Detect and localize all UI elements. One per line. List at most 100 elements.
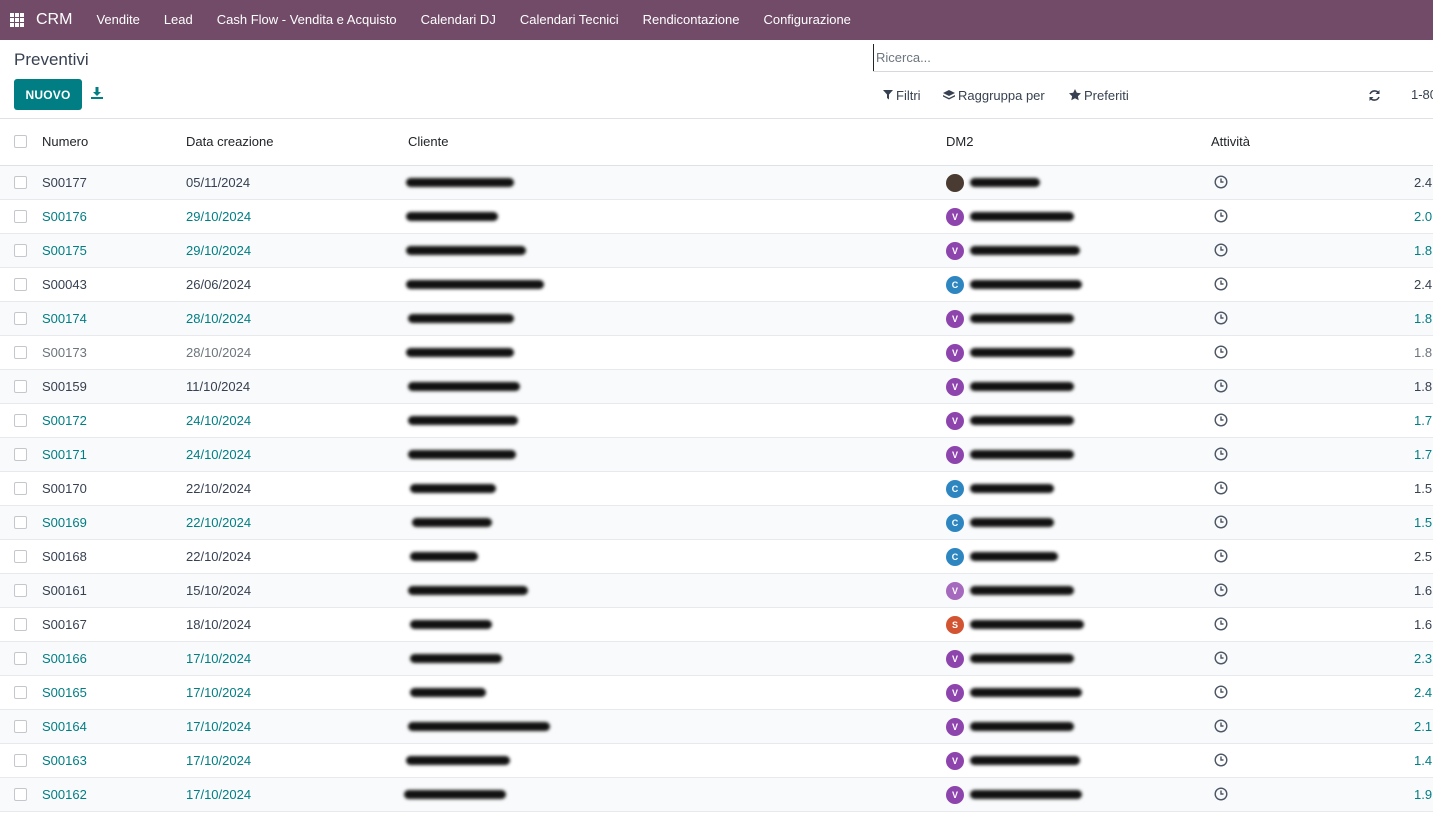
- table-row[interactable]: S00174 28/10/2024 V 1.8: [0, 302, 1433, 336]
- table-row[interactable]: S00043 26/06/2024 C 2.4: [0, 268, 1433, 302]
- activity-clock-icon[interactable]: [1214, 209, 1228, 223]
- row-checkbox[interactable]: [14, 584, 27, 597]
- row-dm2-avatar[interactable]: V: [946, 582, 964, 600]
- activity-clock-icon[interactable]: [1214, 345, 1228, 359]
- row-dm2-avatar[interactable]: V: [946, 786, 964, 804]
- activity-clock-icon[interactable]: [1214, 685, 1228, 699]
- activity-clock-icon[interactable]: [1214, 175, 1228, 189]
- select-all-checkbox[interactable]: [14, 135, 27, 148]
- table-row[interactable]: S00163 17/10/2024 V 1.4: [0, 744, 1433, 778]
- activity-clock-icon[interactable]: [1214, 719, 1228, 733]
- activity-clock-icon[interactable]: [1214, 413, 1228, 427]
- search-input[interactable]: [873, 44, 1433, 71]
- row-checkbox[interactable]: [14, 686, 27, 699]
- table-row[interactable]: S00161 15/10/2024 V 1.6: [0, 574, 1433, 608]
- table-row[interactable]: S00176 29/10/2024 V 2.0: [0, 200, 1433, 234]
- activity-clock-icon[interactable]: [1214, 583, 1228, 597]
- row-dm2-avatar[interactable]: V: [946, 718, 964, 736]
- row-checkbox[interactable]: [14, 176, 27, 189]
- nav-item-cash-flow[interactable]: Cash Flow - Vendita e Acquisto: [205, 0, 409, 40]
- table-row[interactable]: S00171 24/10/2024 V 1.7: [0, 438, 1433, 472]
- row-dm2-avatar[interactable]: C: [946, 548, 964, 566]
- new-button[interactable]: NUOVO: [14, 79, 82, 110]
- activity-clock-icon[interactable]: [1214, 651, 1228, 665]
- row-checkbox[interactable]: [14, 720, 27, 733]
- nav-item-calendari-dj[interactable]: Calendari DJ: [409, 0, 508, 40]
- row-dm2-avatar[interactable]: V: [946, 378, 964, 396]
- row-dm2-avatar[interactable]: V: [946, 412, 964, 430]
- row-dm2-avatar[interactable]: V: [946, 684, 964, 702]
- activity-clock-icon[interactable]: [1214, 549, 1228, 563]
- table-row[interactable]: S00164 17/10/2024 V 2.1: [0, 710, 1433, 744]
- nav-item-configurazione[interactable]: Configurazione: [751, 0, 862, 40]
- row-checkbox[interactable]: [14, 754, 27, 767]
- row-dm2-avatar[interactable]: [946, 174, 964, 192]
- row-checkbox[interactable]: [14, 414, 27, 427]
- nav-item-rendicontazione[interactable]: Rendicontazione: [631, 0, 752, 40]
- column-header-number[interactable]: Numero: [42, 119, 88, 165]
- column-header-date[interactable]: Data creazione: [186, 119, 273, 165]
- activity-clock-icon[interactable]: [1214, 787, 1228, 801]
- table-row[interactable]: S00166 17/10/2024 V 2.3: [0, 642, 1433, 676]
- table-row[interactable]: S00167 18/10/2024 S 1.6: [0, 608, 1433, 642]
- row-checkbox[interactable]: [14, 244, 27, 257]
- row-dm2-avatar[interactable]: V: [946, 310, 964, 328]
- row-dm2-redacted: [970, 552, 1058, 561]
- table-row[interactable]: S00168 22/10/2024 C 2.5: [0, 540, 1433, 574]
- table-row[interactable]: S00177 05/11/2024 2.4: [0, 166, 1433, 200]
- download-icon[interactable]: [90, 86, 104, 100]
- row-dm2-avatar[interactable]: C: [946, 276, 964, 294]
- table-row[interactable]: S00170 22/10/2024 C 1.5: [0, 472, 1433, 506]
- app-brand[interactable]: CRM: [36, 11, 72, 29]
- activity-clock-icon[interactable]: [1214, 311, 1228, 325]
- table-row[interactable]: S00159 11/10/2024 V 1.8: [0, 370, 1433, 404]
- row-dm2-avatar[interactable]: V: [946, 752, 964, 770]
- activity-clock-icon[interactable]: [1214, 277, 1228, 291]
- row-checkbox[interactable]: [14, 788, 27, 801]
- column-header-activity[interactable]: Attività: [1211, 119, 1250, 165]
- table-row[interactable]: S00162 17/10/2024 V 1.9: [0, 778, 1433, 812]
- refresh-icon[interactable]: [1368, 89, 1381, 102]
- activity-clock-icon[interactable]: [1214, 617, 1228, 631]
- row-dm2-avatar[interactable]: V: [946, 650, 964, 668]
- favorites-button[interactable]: Preferiti: [1069, 86, 1129, 104]
- table-row[interactable]: S00175 29/10/2024 V 1.8: [0, 234, 1433, 268]
- table-row[interactable]: S00172 24/10/2024 V 1.7: [0, 404, 1433, 438]
- table-row[interactable]: S00165 17/10/2024 V 2.4: [0, 676, 1433, 710]
- row-checkbox[interactable]: [14, 550, 27, 563]
- row-dm2-avatar[interactable]: S: [946, 616, 964, 634]
- nav-item-calendari-tecnici[interactable]: Calendari Tecnici: [508, 0, 631, 40]
- row-checkbox[interactable]: [14, 618, 27, 631]
- row-checkbox[interactable]: [14, 380, 27, 393]
- activity-clock-icon[interactable]: [1214, 481, 1228, 495]
- groupby-button[interactable]: Raggruppa per: [943, 86, 1045, 104]
- column-header-dm2[interactable]: DM2: [946, 119, 973, 165]
- activity-clock-icon[interactable]: [1214, 515, 1228, 529]
- row-dm2-avatar[interactable]: C: [946, 480, 964, 498]
- row-checkbox[interactable]: [14, 346, 27, 359]
- row-dm2-avatar[interactable]: V: [946, 242, 964, 260]
- apps-menu-icon[interactable]: [10, 13, 24, 27]
- nav-item-vendite[interactable]: Vendite: [84, 0, 151, 40]
- row-checkbox[interactable]: [14, 210, 27, 223]
- nav-item-lead[interactable]: Lead: [152, 0, 205, 40]
- pager-value[interactable]: 1-80: [1411, 87, 1433, 102]
- row-dm2-avatar[interactable]: V: [946, 208, 964, 226]
- activity-clock-icon[interactable]: [1214, 379, 1228, 393]
- column-header-client[interactable]: Cliente: [408, 119, 448, 165]
- row-checkbox[interactable]: [14, 278, 27, 291]
- activity-clock-icon[interactable]: [1214, 447, 1228, 461]
- table-row[interactable]: S00173 28/10/2024 V 1.8: [0, 336, 1433, 370]
- row-dm2-avatar[interactable]: V: [946, 446, 964, 464]
- row-checkbox[interactable]: [14, 516, 27, 529]
- table-row[interactable]: S00169 22/10/2024 C 1.5: [0, 506, 1433, 540]
- row-checkbox[interactable]: [14, 448, 27, 461]
- row-checkbox[interactable]: [14, 312, 27, 325]
- filters-button[interactable]: Filtri: [883, 86, 921, 104]
- activity-clock-icon[interactable]: [1214, 243, 1228, 257]
- row-dm2-avatar[interactable]: V: [946, 344, 964, 362]
- activity-clock-icon[interactable]: [1214, 753, 1228, 767]
- row-checkbox[interactable]: [14, 482, 27, 495]
- row-checkbox[interactable]: [14, 652, 27, 665]
- row-dm2-avatar[interactable]: C: [946, 514, 964, 532]
